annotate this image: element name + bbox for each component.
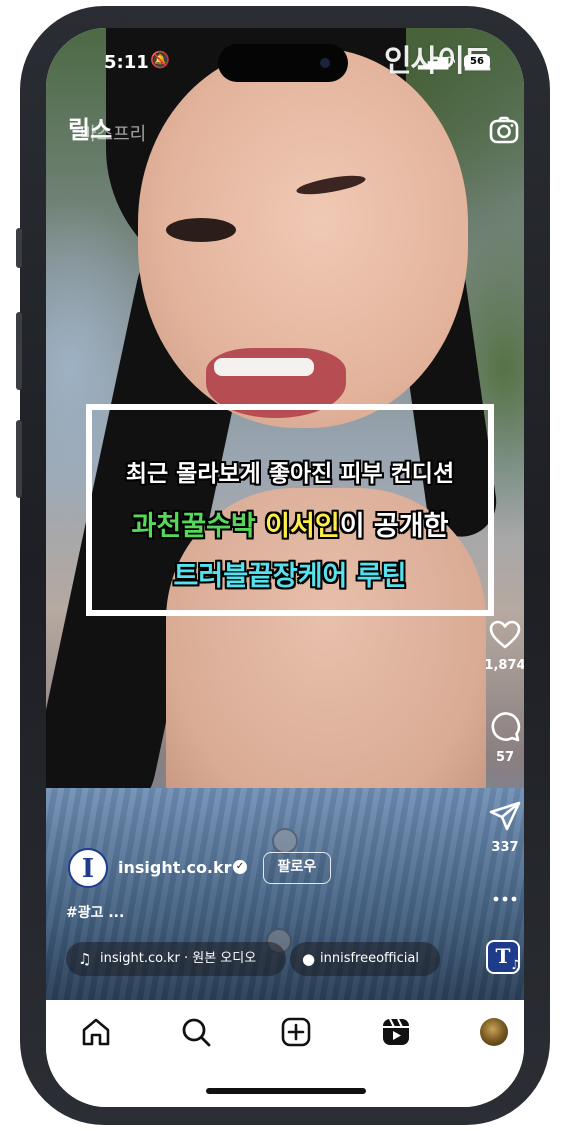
dynamic-island — [218, 44, 348, 82]
camera-icon[interactable] — [488, 114, 520, 146]
volume-down-button — [16, 420, 22, 498]
verified-badge-icon: ✓ — [233, 860, 247, 874]
front-camera-icon — [320, 58, 330, 68]
action-button — [16, 228, 22, 268]
send-icon — [489, 801, 521, 831]
silent-bell-icon: 🔕 — [150, 50, 170, 69]
caption-line-1: 최근 몰라보게 좋아진 피부 컨디션 — [125, 461, 455, 487]
comment-count: 57 — [495, 750, 515, 765]
heart-icon — [489, 620, 521, 649]
caption-text-white: 이 공개한 — [339, 511, 449, 542]
create-icon[interactable] — [280, 1016, 312, 1048]
home-icon[interactable] — [80, 1016, 112, 1048]
eye-shape — [166, 218, 236, 242]
tagged-user-link[interactable]: ● innisfreeofficial — [290, 942, 440, 976]
clock: 5:11 — [104, 52, 149, 73]
tagged-username: innisfreeofficial — [320, 951, 419, 966]
profile-avatar[interactable] — [480, 1018, 508, 1046]
comment-icon — [491, 712, 521, 742]
more-icon — [493, 896, 517, 902]
page-title: 릴스 — [68, 116, 113, 144]
music-note-icon: ♫ — [78, 950, 92, 968]
original-audio-link[interactable]: ♫ insight.co.kr · 원본 오디오 — [66, 942, 286, 976]
music-note-icon: ♫ — [510, 958, 522, 973]
comment-button[interactable]: 57 — [478, 710, 524, 765]
author-avatar[interactable]: I — [68, 848, 108, 888]
author-username[interactable]: insight.co.kr — [118, 858, 232, 877]
like-button[interactable]: 1,874 — [478, 620, 524, 673]
status-bar: 5:11 🔕 인사이트 ▂▄▆ ◠ 56 — [46, 28, 524, 98]
wifi-icon: ◠ — [442, 52, 456, 71]
audio-label: insight.co.kr · 원본 오디오 — [100, 951, 257, 966]
like-count: 1,874 — [484, 658, 524, 673]
caption-line-2: 과천꿀수박 이서인이 공개한 — [92, 504, 488, 543]
share-button[interactable]: 337 — [478, 800, 524, 855]
post-caption[interactable]: #광고 ... — [66, 902, 124, 922]
reels-icon[interactable] — [380, 1016, 412, 1048]
more-button[interactable] — [478, 890, 524, 909]
caption-highlight-green: 과천꿀수박 — [131, 511, 256, 542]
home-indicator — [206, 1088, 366, 1094]
bottom-tab-bar — [46, 1000, 524, 1107]
caption-highlight-yellow: 이서인 — [265, 511, 340, 542]
search-icon[interactable] — [180, 1016, 212, 1048]
volume-up-button — [16, 312, 22, 390]
follow-button[interactable]: 팔로우 — [263, 852, 331, 884]
person-icon: ● — [302, 950, 316, 968]
share-count: 337 — [491, 840, 519, 855]
phone-screen: 5:11 🔕 인사이트 ▂▄▆ ◠ 56 마스프리 릴스 최근 몰라보게 좋아진… — [46, 28, 524, 1107]
teeth-shape — [214, 358, 314, 376]
battery-icon: 56 — [464, 55, 490, 69]
caption-line-3: 트러블끝장케어 루틴 — [173, 561, 407, 592]
video-caption-box: 최근 몰라보게 좋아진 피부 컨디션 과천꿀수박 이서인이 공개한 트러블끝장케… — [86, 404, 494, 616]
